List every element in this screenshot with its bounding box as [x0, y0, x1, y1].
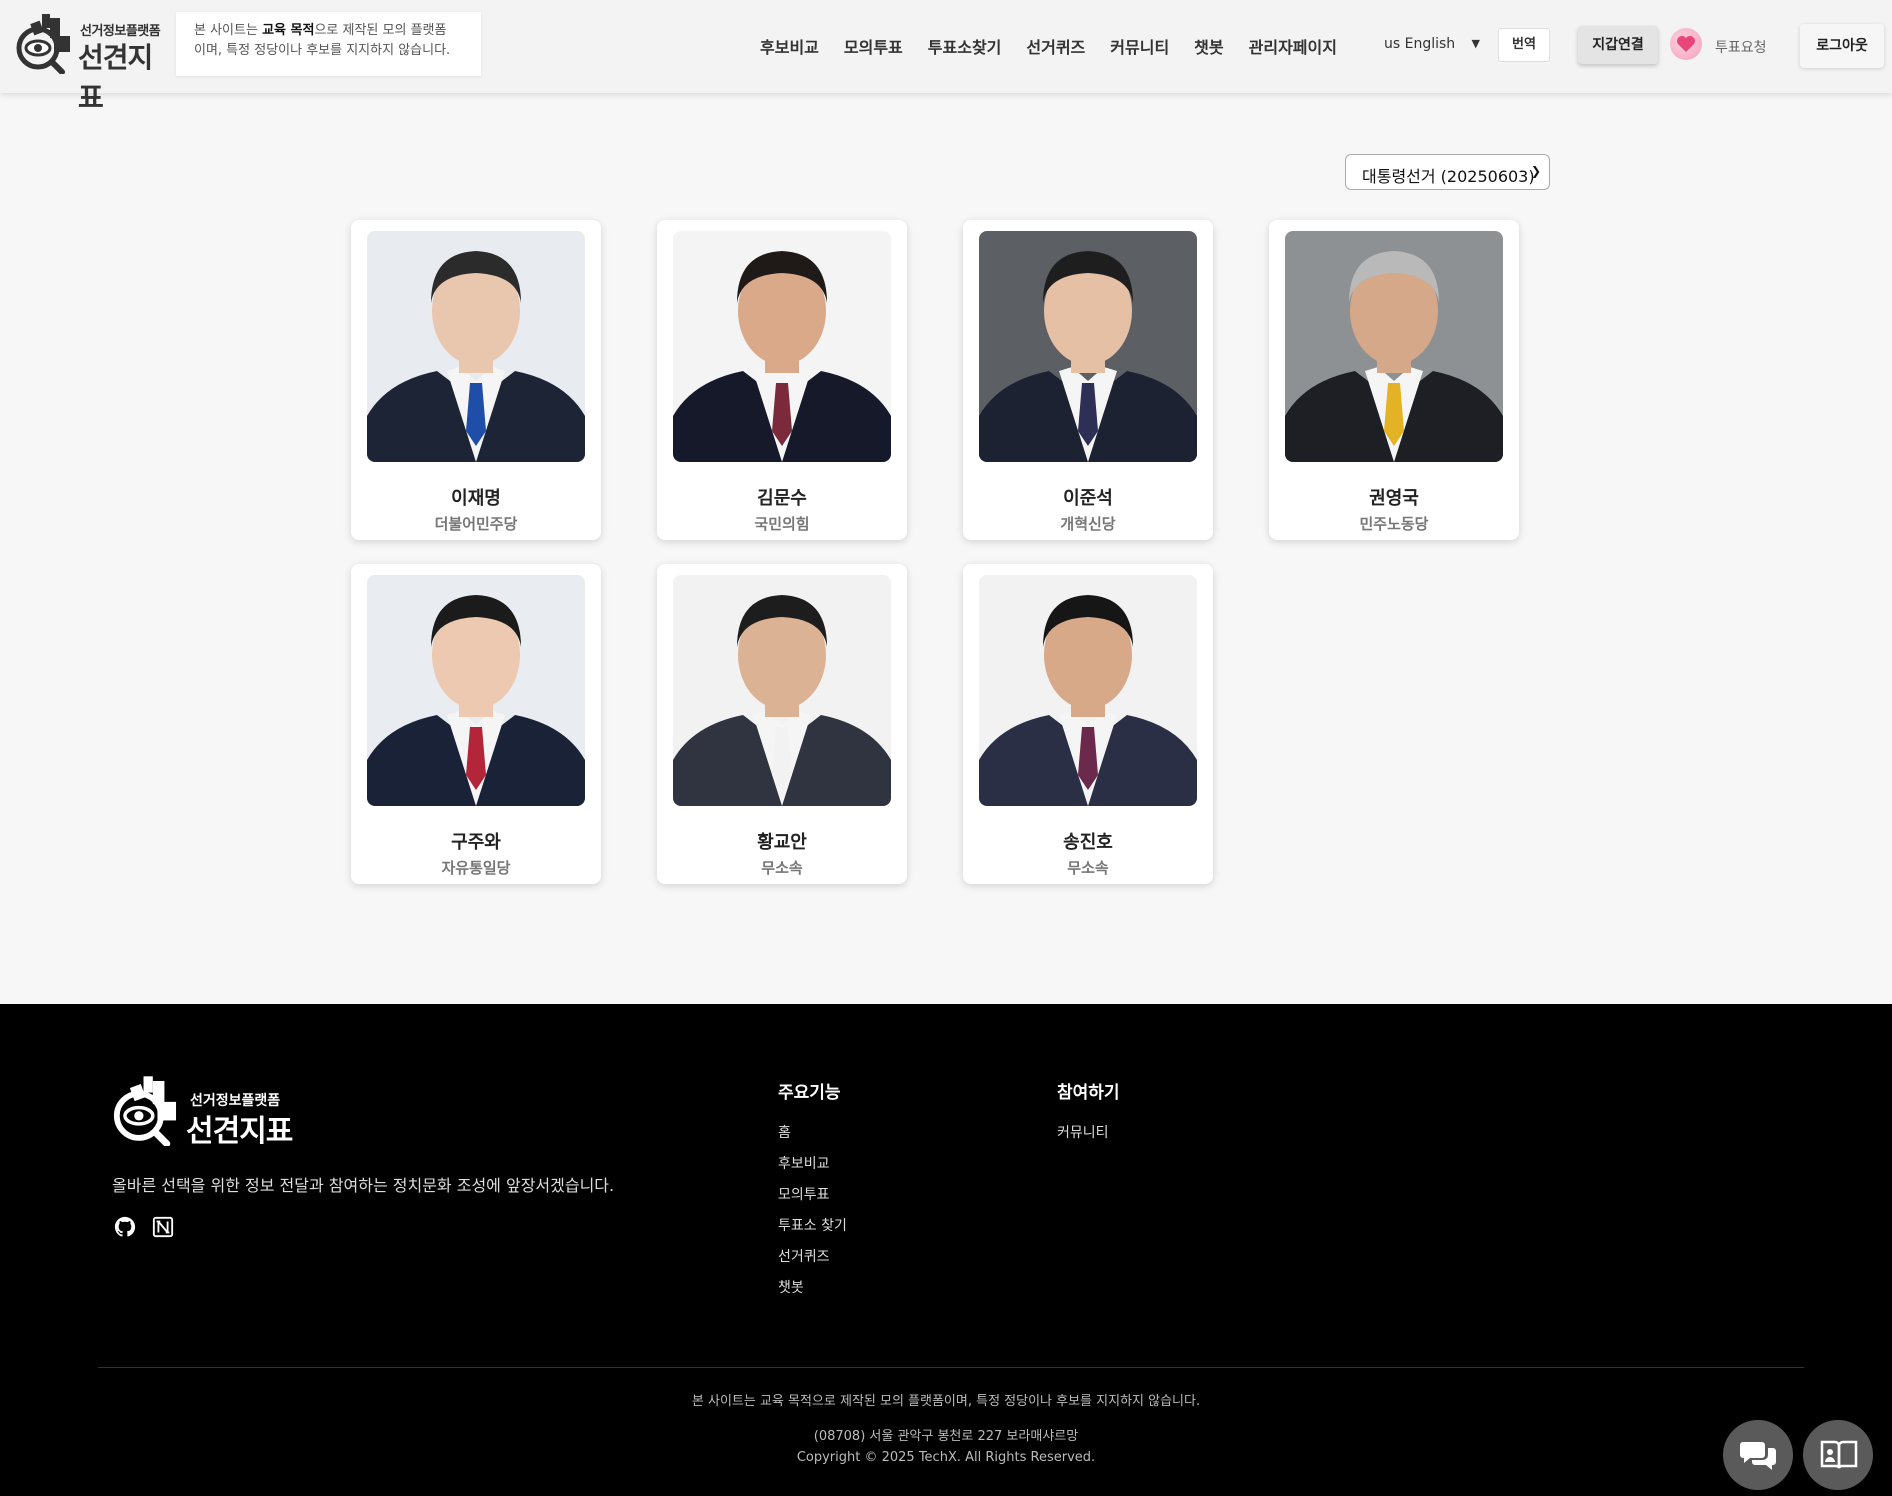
notice-bold: 교육 목적: [262, 23, 315, 38]
footer-disclaimer: 본 사이트는 교육 목적으로 제작된 모의 플랫폼이며, 특정 정당이나 후보를…: [691, 1394, 1201, 1409]
footer-features-title: 주요기능: [778, 1083, 841, 1103]
portrait-image: [979, 231, 1197, 462]
candidate-name: 이재명: [451, 488, 501, 509]
portrait-image: [673, 231, 891, 462]
nav-admin[interactable]: 관리자페이지: [1249, 34, 1337, 58]
footer-divider: [98, 1367, 1804, 1368]
site-footer: 선거정보플랫폼 선견지표 올바른 선택을 위한 정보 전달과 참여하는 정치문화…: [0, 1004, 1892, 1496]
candidate-party: 더불어민주당: [434, 515, 518, 533]
candidate-card[interactable]: 김문수 국민의힘: [657, 220, 907, 540]
candidate-party: 자유통일당: [441, 859, 511, 877]
candidate-card[interactable]: 이준석 개혁신당: [963, 220, 1213, 540]
wallet-connect-button[interactable]: 지갑연결: [1578, 26, 1658, 64]
candidate-name: 황교안: [757, 832, 807, 853]
footer-logo[interactable]: 선거정보플랫폼 선견지표: [112, 1074, 312, 1149]
guide-float-button[interactable]: [1803, 1420, 1873, 1490]
nav-community[interactable]: 커뮤니티: [1110, 34, 1169, 58]
nav-polling-place[interactable]: 투표소찾기: [928, 34, 1002, 58]
candidate-name: 송진호: [1063, 832, 1113, 853]
candidate-party: 무소속: [1067, 859, 1109, 877]
candidate-name: 이준석: [1063, 488, 1113, 509]
portrait-image: [367, 575, 585, 806]
language-value: us English: [1384, 36, 1456, 52]
candidate-photo: [367, 575, 585, 806]
candidate-card[interactable]: 구주와 자유통일당: [351, 564, 601, 884]
github-icon[interactable]: [114, 1216, 136, 1238]
vote-request-link[interactable]: 투표요청: [1715, 37, 1767, 57]
logo-mark-icon: [16, 14, 70, 74]
candidate-photo: [673, 231, 891, 462]
logout-button[interactable]: 로그아웃: [1800, 24, 1884, 68]
notice-prefix: 본 사이트는: [194, 23, 263, 38]
chat-float-button[interactable]: [1723, 1420, 1793, 1490]
portrait-image: [1285, 231, 1503, 462]
nav-election-quiz[interactable]: 선거퀴즈: [1026, 34, 1085, 58]
candidate-card[interactable]: 권영국 민주노동당: [1269, 220, 1519, 540]
nav-candidate-compare[interactable]: 후보비교: [760, 34, 819, 58]
candidate-photo: [367, 231, 585, 462]
candidate-card[interactable]: 송진호 무소속: [963, 564, 1213, 884]
candidate-party: 민주노동당: [1359, 515, 1429, 533]
notice-line2: 이며, 특정 정당이나 후보를 지지하지 않습니다.: [194, 43, 451, 58]
candidate-card[interactable]: 이재명 더불어민주당: [351, 220, 601, 540]
language-select[interactable]: us English ▼: [1370, 28, 1486, 62]
main-nav: 후보비교 모의투표 투표소찾기 선거퀴즈 커뮤니티 챗봇 관리자페이지: [760, 34, 1362, 58]
logo-title: 선견지표: [78, 41, 153, 114]
portrait-image: [979, 575, 1197, 806]
footer-link-chatbot[interactable]: 챗봇: [778, 1277, 804, 1297]
footer-link-quiz[interactable]: 선거퀴즈: [778, 1246, 830, 1266]
social-links: [114, 1216, 174, 1238]
chevron-down-icon: ❯: [1530, 164, 1541, 178]
portrait-image: [367, 231, 585, 462]
chevron-down-icon: ▼: [1471, 37, 1480, 50]
election-select-value: 대통령선거 (20250603): [1362, 167, 1535, 186]
candidate-name: 김문수: [757, 488, 807, 509]
notion-icon[interactable]: [152, 1216, 174, 1238]
footer-copyright: Copyright © 2025 TechX. All Rights Reser…: [796, 1450, 1096, 1465]
footer-participate-title: 참여하기: [1057, 1083, 1120, 1103]
candidate-party: 무소속: [761, 859, 803, 877]
book-icon: [1820, 1440, 1858, 1469]
candidate-party: 개혁신당: [1060, 515, 1116, 533]
footer-link-home[interactable]: 홈: [778, 1122, 791, 1142]
footer-link-community[interactable]: 커뮤니티: [1057, 1122, 1109, 1142]
footer-logo-title: 선견지표: [186, 1114, 293, 1149]
footer-link-polling-place[interactable]: 투표소 찾기: [778, 1215, 847, 1235]
nav-chatbot[interactable]: 챗봇: [1194, 34, 1223, 58]
logo-mark-icon: [113, 1076, 177, 1146]
education-notice: 본 사이트는 교육 목적으로 제작된 모의 플랫폼 이며, 특정 정당이나 후보…: [176, 12, 481, 76]
translate-button[interactable]: 번역: [1498, 28, 1550, 62]
candidate-photo: [979, 575, 1197, 806]
heart-icon[interactable]: [1670, 28, 1702, 60]
election-select[interactable]: 대통령선거 (20250603) ❯: [1345, 154, 1550, 190]
candidate-card[interactable]: 황교안 무소속: [657, 564, 907, 884]
candidate-photo: [673, 575, 891, 806]
site-logo[interactable]: 선거정보플랫폼 선견지표: [16, 12, 168, 114]
footer-link-compare[interactable]: 후보비교: [778, 1153, 830, 1173]
candidate-name: 권영국: [1369, 488, 1419, 509]
portrait-image: [673, 575, 891, 806]
candidate-photo: [1285, 231, 1503, 462]
footer-description: 올바른 선택을 위한 정보 전달과 참여하는 정치문화 조성에 앞장서겠습니다.: [112, 1176, 615, 1195]
footer-link-mock-vote[interactable]: 모의투표: [778, 1184, 830, 1204]
candidate-name: 구주와: [451, 832, 501, 853]
nav-mock-vote[interactable]: 모의투표: [844, 34, 903, 58]
chat-bubbles-icon: [1740, 1442, 1776, 1470]
candidate-photo: [979, 231, 1197, 462]
notice-suffix: 으로 제작된 모의 플랫폼: [314, 23, 447, 38]
footer-address: (08708) 서울 관악구 봉천로 227 보라매샤르망: [813, 1429, 1079, 1444]
top-header: 선거정보플랫폼 선견지표 본 사이트는 교육 목적으로 제작된 모의 플랫폼 이…: [0, 0, 1892, 114]
candidate-party: 국민의힘: [754, 515, 810, 533]
